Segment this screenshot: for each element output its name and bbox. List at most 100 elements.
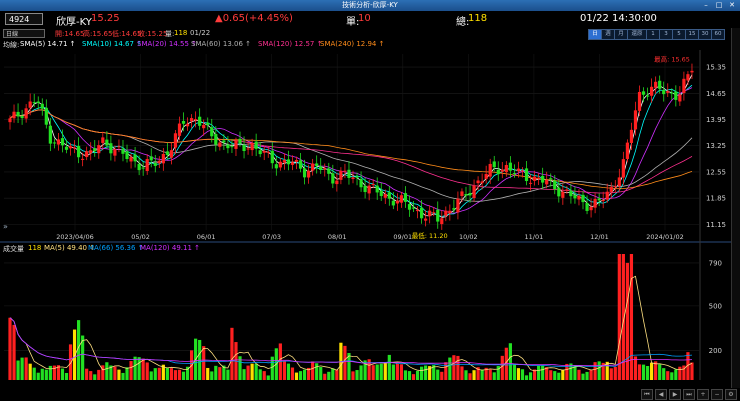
scroll-left-icon[interactable]: ◀ — [655, 389, 667, 400]
volume-bar — [500, 355, 504, 380]
tf-day[interactable]: 日 — [588, 29, 602, 40]
volume-bar — [516, 368, 521, 380]
candle-body — [242, 144, 246, 152]
tf-3min[interactable]: 3 — [659, 29, 673, 40]
volume-bar — [250, 363, 254, 380]
candle-body — [44, 107, 48, 125]
open-value: 開:14.65 — [55, 30, 85, 38]
candle-body — [226, 144, 230, 149]
volume-bar — [670, 372, 674, 380]
volume-bar — [331, 368, 335, 380]
price-volume-chart[interactable]: 15.35 14.65 13.95 13.25 12.55 11.85 11.15 790 50… — [0, 50, 740, 390]
candle-body — [387, 192, 391, 199]
settings-icon[interactable]: ⚙ — [725, 389, 737, 400]
candle-body — [658, 80, 662, 89]
volume-bar — [553, 371, 557, 380]
candle-body — [335, 180, 339, 185]
tf-adjusted[interactable]: 還原 — [627, 29, 647, 40]
quote-datetime: 01/22 14:30:00 — [580, 13, 657, 24]
tf-60min[interactable]: 60 — [711, 29, 725, 40]
candle-body — [395, 200, 399, 204]
tf-month[interactable]: 月 — [614, 29, 628, 40]
candle-body — [189, 118, 194, 122]
volume-bar — [266, 375, 270, 380]
candle-body — [650, 86, 654, 96]
candle-body — [355, 176, 359, 178]
volume-bar — [32, 367, 36, 380]
close-value: 收:15.25 — [138, 30, 168, 38]
candle-body — [52, 142, 56, 144]
scroll-last-icon[interactable]: ⏭ — [683, 389, 695, 400]
maximize-icon[interactable]: □ — [714, 1, 724, 10]
volume-bar — [351, 371, 355, 380]
volume-bar — [202, 346, 206, 380]
candle-body — [28, 101, 32, 108]
candle-body — [383, 194, 387, 198]
candle-body — [424, 218, 428, 221]
zoom-out-icon[interactable]: − — [711, 389, 723, 400]
candle-body — [512, 172, 517, 174]
candle-body — [488, 163, 492, 177]
candle-body — [298, 160, 303, 169]
volume-bar — [359, 365, 363, 380]
volume-bar — [48, 365, 52, 380]
volume-bar — [133, 356, 137, 380]
candle-body — [125, 151, 129, 159]
tf-5min[interactable]: 5 — [672, 29, 686, 40]
candle-body — [173, 133, 178, 148]
qty-value: 118 — [174, 29, 188, 37]
tf-15min[interactable]: 15 — [685, 29, 699, 40]
candle-body — [97, 145, 101, 154]
timeframe-buttons: 日 週 月 還原 1 3 5 15 30 60 — [588, 29, 725, 40]
stock-code-input[interactable]: 4924 — [5, 13, 43, 25]
scroll-right-icon[interactable]: ▶ — [669, 389, 681, 400]
window-title: 技術分析-欣厚-KY — [342, 1, 398, 9]
scroll-first-icon[interactable]: ⏮ — [641, 389, 653, 400]
close-icon[interactable]: ✕ — [727, 1, 737, 10]
volume-bar — [678, 366, 682, 380]
price-tick-label: 14.65 — [706, 90, 726, 98]
volume-bar — [549, 370, 553, 380]
candle-body — [379, 190, 383, 197]
candle-body — [617, 177, 621, 187]
tf-1min[interactable]: 1 — [646, 29, 660, 40]
candle-body — [686, 74, 690, 81]
tf-30min[interactable]: 30 — [698, 29, 712, 40]
volume-bar — [254, 363, 258, 380]
tf-week[interactable]: 週 — [601, 29, 615, 40]
expand-panel-icon[interactable]: » — [3, 222, 13, 231]
candle-body — [218, 142, 222, 147]
volume-bar — [64, 372, 69, 380]
zoom-in-icon[interactable]: + — [697, 389, 709, 400]
volume-bar — [524, 375, 529, 380]
candle-body — [448, 210, 452, 214]
date-tick-label: 07/03 — [262, 233, 281, 241]
scrollbar[interactable] — [731, 28, 740, 388]
volume-bar — [472, 370, 476, 380]
volume-bar — [113, 366, 117, 380]
candle-body — [282, 160, 286, 163]
vol-ma66-value: MA(66) 56.36 ↑ — [88, 244, 144, 252]
date-tick-label: 11/01 — [525, 233, 544, 241]
volume-bar — [72, 329, 77, 380]
volume-bar — [617, 254, 621, 380]
price-tick-label: 13.95 — [706, 116, 726, 124]
volume-bar — [674, 369, 678, 380]
candle-body — [460, 191, 464, 196]
candle-body — [343, 170, 347, 172]
vol-ma120-value: MA(120) 49.11 ↑ — [140, 244, 201, 252]
candle-body — [492, 161, 496, 168]
minimize-icon[interactable]: – — [701, 1, 711, 10]
volume-bar — [327, 371, 331, 380]
candle-body — [403, 193, 408, 202]
candle-body — [359, 178, 363, 188]
period-select[interactable]: 日線 — [3, 29, 45, 38]
date-tick-label: 2023/04/06 — [56, 233, 93, 241]
candle-body — [331, 173, 335, 184]
volume-bar — [8, 317, 12, 380]
candlesticks — [8, 63, 694, 230]
candle-body — [121, 148, 125, 154]
candle-body — [662, 89, 666, 95]
volume-bar — [311, 361, 315, 380]
candle-body — [89, 150, 93, 154]
